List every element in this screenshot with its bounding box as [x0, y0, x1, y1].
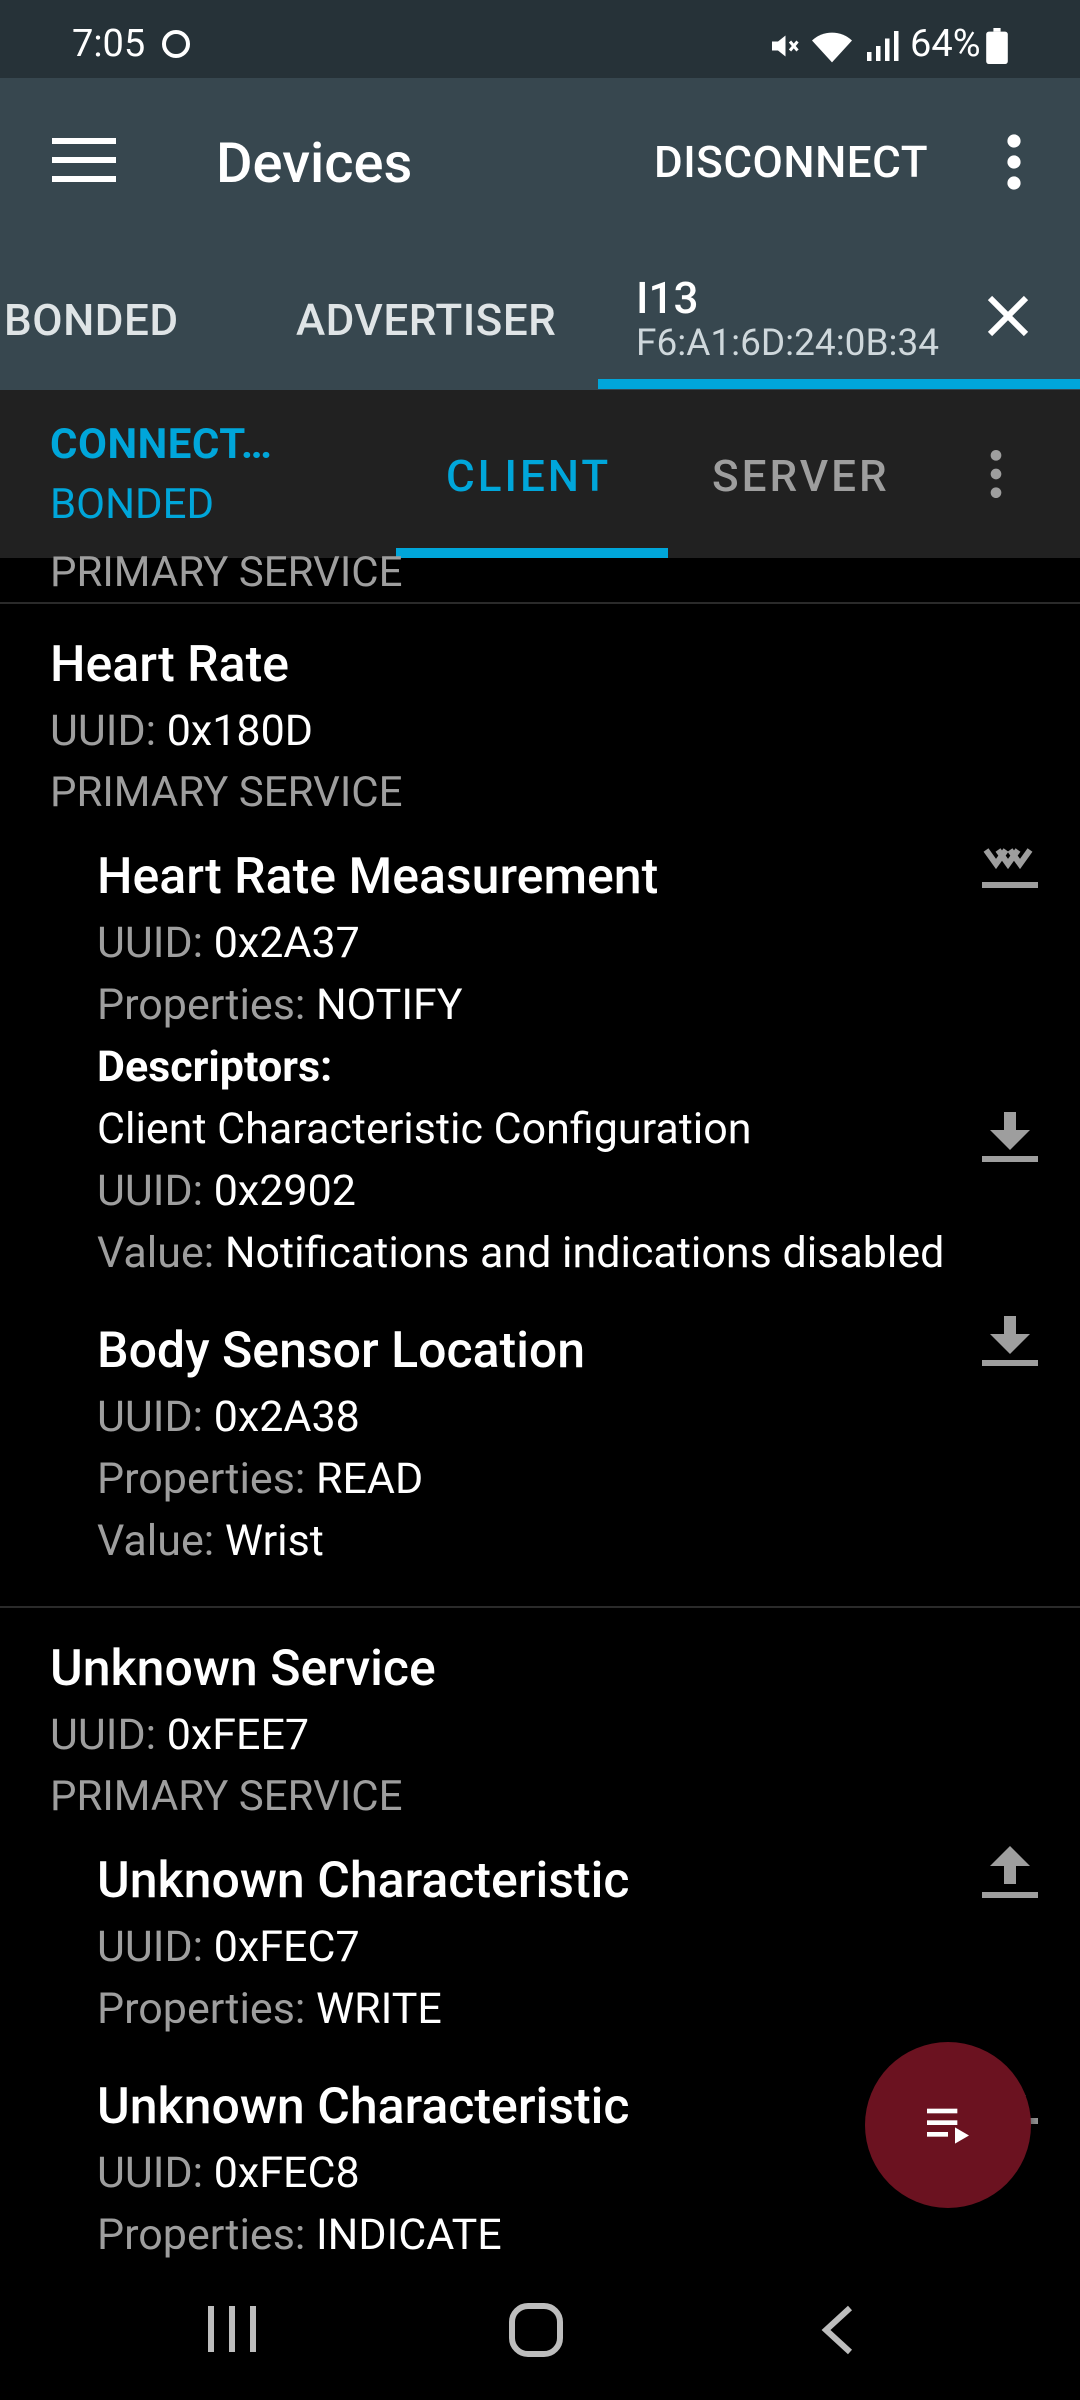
partial-service-type: PRIMARY SERVICE: [50, 548, 403, 597]
upload-icon[interactable]: [978, 1842, 1042, 1906]
close-icon[interactable]: [984, 292, 1032, 340]
notify-toggle-icon[interactable]: [978, 838, 1042, 902]
characteristic-properties: Properties: READ: [97, 1454, 424, 1504]
download-icon[interactable]: [978, 1106, 1042, 1170]
disconnect-button[interactable]: DISCONNECT: [654, 136, 928, 188]
descriptor-value: Value: Notifications and indications dis…: [97, 1228, 945, 1278]
characteristic-uuid: UUID: 0x2A37: [97, 918, 360, 968]
service-type: PRIMARY SERVICE: [50, 1772, 403, 1821]
characteristic-value: Value: Wrist: [97, 1516, 324, 1566]
system-nav-bar: [0, 2262, 1080, 2400]
divider: [0, 1606, 1080, 1608]
notification-dot-icon: [162, 30, 190, 58]
page-title: Devices: [216, 130, 413, 196]
connection-state: CONNECT…: [50, 420, 273, 469]
descriptor-name: Client Characteristic Configuration: [97, 1104, 752, 1154]
subtab-indicator: [396, 548, 668, 558]
tab-client[interactable]: CLIENT: [446, 450, 611, 502]
tab-bonded[interactable]: BONDED: [4, 294, 179, 346]
service-type: PRIMARY SERVICE: [50, 768, 403, 817]
divider: [0, 602, 1080, 604]
connection-overflow-icon[interactable]: [980, 444, 1012, 504]
characteristic-uuid: UUID: 0xFEC7: [97, 1922, 360, 1972]
recent-apps-icon[interactable]: [204, 2302, 260, 2356]
tab-server[interactable]: SERVER: [712, 450, 890, 502]
menu-icon[interactable]: [52, 136, 116, 184]
connection-bar: CONNECT… BONDED CLIENT SERVER: [0, 390, 1080, 558]
characteristic-name: Body Sensor Location: [97, 1322, 586, 1380]
overflow-menu-icon[interactable]: [996, 132, 1032, 192]
characteristic-properties: Properties: NOTIFY: [97, 980, 463, 1030]
device-tabs: BONDED ADVERTISER I13 F6:A1:6D:24:0B:34: [0, 236, 1080, 390]
back-icon[interactable]: [818, 2302, 858, 2358]
download-icon[interactable]: [978, 1310, 1042, 1374]
home-icon[interactable]: [508, 2302, 564, 2358]
characteristic-name: Unknown Characteristic: [97, 1852, 630, 1910]
battery-percent: 64%: [910, 22, 981, 66]
app-bar: Devices DISCONNECT: [0, 78, 1080, 236]
signal-icon: [867, 31, 899, 61]
characteristic-name: Heart Rate Measurement: [97, 848, 659, 906]
mute-icon: [772, 35, 799, 57]
device-name: I13: [636, 272, 699, 324]
playlist-play-icon: [927, 2108, 969, 2144]
status-time: 7:05: [72, 22, 146, 66]
descriptors-heading: Descriptors:: [97, 1042, 333, 1092]
service-uuid: UUID: 0x180D: [50, 706, 313, 756]
characteristic-properties: Properties: INDICATE: [97, 2210, 502, 2260]
tab-indicator: [598, 379, 1080, 389]
tab-advertiser[interactable]: ADVERTISER: [296, 294, 556, 346]
device-address: F6:A1:6D:24:0B:34: [636, 322, 940, 365]
log-fab-button[interactable]: [865, 2042, 1031, 2208]
battery-icon: [986, 28, 1008, 64]
characteristic-uuid: UUID: 0xFEC8: [97, 2148, 360, 2198]
service-uuid: UUID: 0xFEE7: [50, 1710, 310, 1760]
characteristic-properties: Properties: WRITE: [97, 1984, 442, 2034]
wifi-icon: [812, 32, 852, 63]
service-name: Heart Rate: [50, 636, 290, 694]
service-name: Unknown Service: [50, 1640, 436, 1698]
descriptor-uuid: UUID: 0x2902: [97, 1166, 356, 1216]
bond-state: BONDED: [50, 480, 215, 529]
characteristic-uuid: UUID: 0x2A38: [97, 1392, 360, 1442]
status-bar: 7:05 64%: [0, 0, 1080, 78]
characteristic-name: Unknown Characteristic: [97, 2078, 630, 2136]
